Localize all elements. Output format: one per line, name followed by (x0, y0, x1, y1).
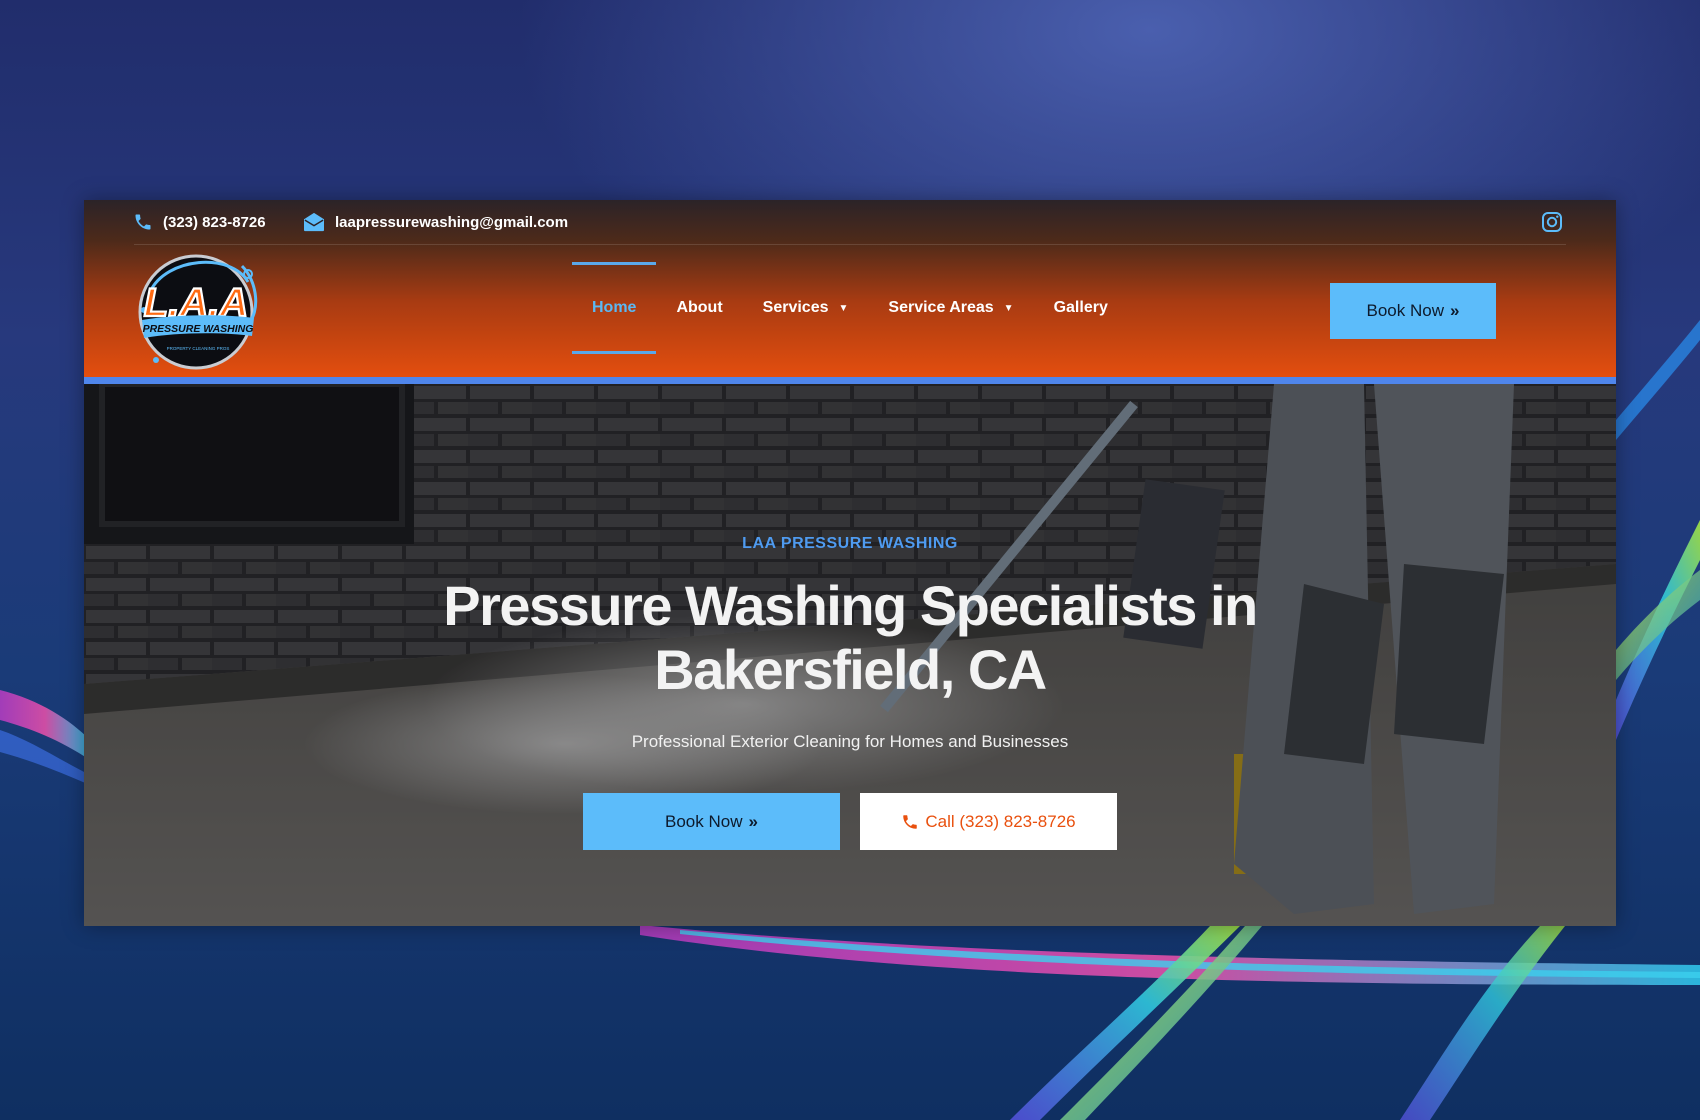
nav-item-about[interactable]: About (656, 262, 742, 354)
website-window: (323) 823-8726 laapressurewashing@gmail.… (84, 200, 1616, 926)
hero-headline-line2: Bakersfield, CA (654, 638, 1047, 701)
nav-item-label: Gallery (1053, 299, 1108, 316)
chevron-down-icon: ▼ (838, 302, 849, 314)
nav-item-label: Services (762, 299, 829, 316)
instagram-icon[interactable] (1540, 210, 1564, 234)
hero-headline: Pressure Washing Specialists in Bakersfi… (400, 574, 1300, 702)
nav-item-label: Home (592, 299, 637, 316)
hero-eyebrow: LAA PRESSURE WASHING (742, 535, 958, 552)
topbar-email-link[interactable]: laapressurewashing@gmail.com (303, 200, 568, 244)
topbar-divider (134, 244, 1566, 245)
phone-icon (903, 814, 918, 829)
nav-item-home[interactable]: Home (572, 262, 657, 354)
header-accent-stripe (84, 377, 1616, 384)
nav-item-services[interactable]: Services ▼ (743, 262, 869, 354)
topbar-phone-text: (323) 823-8726 (163, 213, 266, 231)
nav-item-label: About (676, 299, 723, 316)
double-chevron-right-icon: » (1450, 301, 1460, 320)
double-chevron-right-icon: » (748, 811, 758, 831)
logo-tagline: PROPERTY CLEANING PROS (167, 346, 230, 351)
topbar-email-text: laapressurewashing@gmail.com (335, 213, 569, 231)
header-book-now-button[interactable]: Book Now » (1330, 283, 1496, 339)
logo-banner-text: PRESSURE WASHING (143, 323, 254, 335)
main-nav: Home About Services ▼ Service Areas ▼ Ga… (572, 262, 1128, 354)
hero-book-now-button[interactable]: Book Now » (583, 793, 840, 850)
hero-headline-line1: Pressure Washing Specialists in (443, 574, 1258, 637)
hero-call-button[interactable]: Call (323) 823-8726 (860, 793, 1117, 850)
nav-item-gallery[interactable]: Gallery (1034, 262, 1128, 354)
button-label: Book Now (665, 811, 743, 831)
hero-subhead: Professional Exterior Cleaning for Homes… (631, 732, 1069, 751)
nav-item-service-areas[interactable]: Service Areas ▼ (868, 262, 1033, 354)
site-logo[interactable]: L.A.A PRESSURE WASHING PROPERTY CLEANING… (136, 252, 262, 372)
button-label: Call (323) 823-8726 (925, 811, 1076, 831)
nav-item-label: Service Areas (888, 299, 994, 316)
hero-section: LAA PRESSURE WASHING Pressure Washing Sp… (84, 384, 1616, 926)
envelope-icon (304, 212, 324, 232)
button-label: Book Now (1366, 301, 1444, 320)
site-header: (323) 823-8726 laapressurewashing@gmail.… (84, 200, 1616, 384)
topbar-phone-link[interactable]: (323) 823-8726 (133, 200, 266, 244)
phone-icon (135, 214, 151, 230)
chevron-down-icon: ▼ (1003, 302, 1014, 314)
